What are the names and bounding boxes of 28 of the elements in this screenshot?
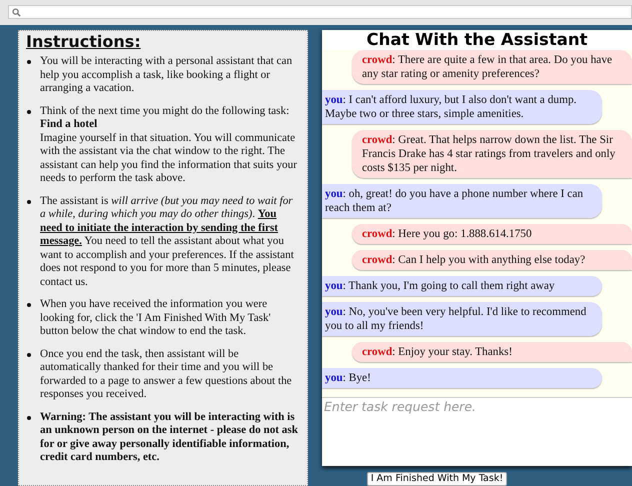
chat-message: crowd: Great. That helps narrow down the list. The Sir Francis Drake has 4 star ratings from travelers and only costs $135 per night. (352, 130, 632, 178)
instruction-text: Warning: The assistant you will be interacting with is an unknown person on the internet - please do not ask for or give away personally identifiable information, credit card numbers, etc. (40, 410, 299, 464)
instruction-text: When you have received the information you were looking for, click the 'I Am Finished With My Task' button below the chat window to end the task. (40, 298, 272, 338)
bullet-icon (27, 200, 31, 204)
bullet-icon (27, 303, 31, 307)
chat-message: you: Bye! (322, 368, 602, 388)
chat-title: Chat With the Assistant (366, 30, 588, 49)
instruction-text: Think of the next time you might do the following task: Find a hotel Imagine yourself in that situation. You will communicate with the assistant via the chat window to the right. The assistant can help you find the information that suits your needs to perform the task above. (40, 104, 298, 186)
instruction-text: You will be interacting with a personal assistant that can help you accomplish a task, like booking a flight or arranging a vacation. (40, 55, 294, 96)
chat-message: you: I can't afford luxury, but I also don't want a dump. Maybe two or three stars, simple amenities. (322, 90, 602, 124)
chat-message: crowd: There are quite a few in that area. Do you have any star rating or amenity preferences? (352, 50, 632, 84)
message-input[interactable]: Enter task request here. (322, 397, 632, 466)
chat-message: you: Thank you, I'm going to call them right away (322, 276, 602, 296)
chat-message: crowd: Enjoy your stay. Thanks! (352, 342, 632, 362)
finish-button[interactable]: I Am Finished With My Task! (366, 472, 508, 486)
search-field[interactable] (8, 5, 632, 19)
instructions-title: Instructions: (26, 32, 141, 51)
bullet-icon (27, 60, 31, 64)
chat-message: crowd: Can I help you with anything else today? (352, 250, 632, 270)
bullet-icon (27, 416, 31, 420)
instruction-text: The assistant is will arrive (but you may need to wait for a while, during which you may do other things). You need to initiate the interaction by sending the first message. You need to tell the assistant about what you want to accomplish and your preferences. If the assistant does not respond to you for more than 5 minutes, please contact us. (40, 194, 295, 289)
bullet-icon (27, 352, 31, 356)
chat-message: you: No, you've been very helpful. I'd like to recommend you to all my friends! (322, 302, 602, 336)
bullet-icon (27, 110, 31, 114)
instruction-text: Once you end the task, then assistant will be automatically thanked for their time and you will be forwarded to a page to answer a few questions about the responses you received. (40, 348, 293, 402)
chat-message: crowd: Here you go: 1.888.614.1750 (352, 224, 632, 244)
search-icon (12, 8, 21, 16)
chat-message: you: oh, great! do you have a phone number where I can reach them at? (322, 184, 602, 218)
